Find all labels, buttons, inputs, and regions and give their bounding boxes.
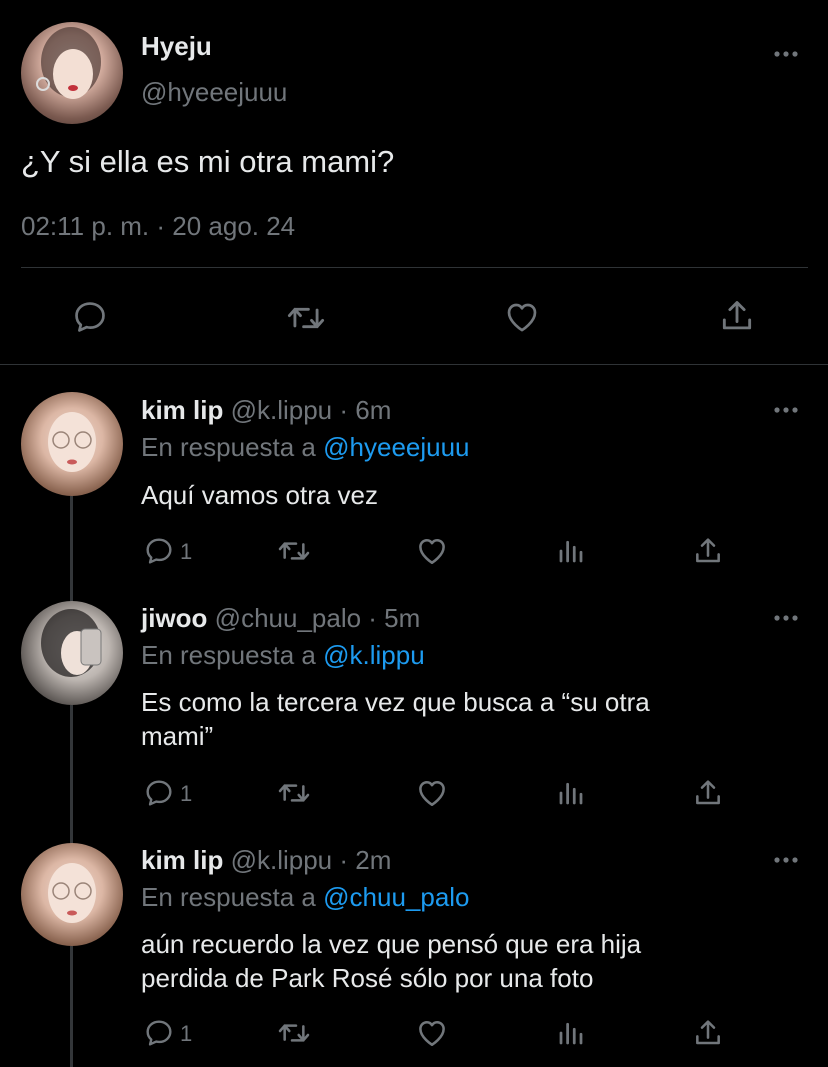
reply-prefix: En respuesta a	[141, 640, 316, 670]
reply-text-line: aún recuerdo la vez que pensó que era hi…	[141, 929, 642, 959]
views-icon[interactable]	[556, 536, 586, 566]
like-icon[interactable]	[415, 776, 449, 810]
handle-time[interactable]: @chuu_palo · 5m	[215, 603, 421, 633]
handle-time[interactable]: @k.lippu · 6m	[231, 395, 392, 425]
reply-icon[interactable]	[143, 535, 175, 567]
share-icon[interactable]	[692, 534, 724, 568]
thread-line	[70, 946, 73, 1067]
reply-text: Aquí vamos otra vez	[141, 478, 378, 512]
reply-icon[interactable]	[143, 1017, 175, 1049]
display-name[interactable]: Hyeju	[141, 31, 212, 62]
reply-count: 1	[180, 1021, 193, 1046]
reply-icon[interactable]	[143, 777, 175, 809]
more-icon[interactable]	[773, 611, 799, 625]
reply-context: En respuesta a @hyeeejuuu	[141, 432, 470, 463]
like-icon[interactable]	[415, 534, 449, 568]
share-icon[interactable]	[718, 296, 756, 336]
handle-time[interactable]: @k.lippu · 2m	[231, 845, 392, 875]
reply-text-line: mami”	[141, 721, 214, 751]
avatar-jiwoo[interactable]	[21, 601, 123, 705]
views-icon[interactable]	[556, 778, 586, 808]
reply-count: 1	[180, 539, 193, 564]
retweet-icon[interactable]	[276, 777, 312, 809]
display-name[interactable]: jiwoo	[141, 603, 207, 633]
reply-prefix: En respuesta a	[141, 882, 316, 912]
avatar-hyeju[interactable]	[21, 22, 123, 124]
reply-to-link[interactable]: @chuu_palo	[323, 882, 469, 912]
thread-line	[70, 496, 73, 602]
handle[interactable]: @hyeeejuuu	[141, 77, 287, 108]
reply-text-line: Aquí vamos otra vez	[141, 480, 378, 510]
divider	[21, 267, 808, 268]
retweet-icon[interactable]	[276, 535, 312, 567]
more-icon[interactable]	[773, 47, 799, 61]
reply-icon[interactable]	[71, 298, 109, 336]
avatar-kim-lip[interactable]	[21, 392, 123, 496]
reply-count: 1	[180, 781, 193, 806]
share-icon[interactable]	[692, 1016, 724, 1050]
like-icon[interactable]	[415, 1016, 449, 1050]
reply-header: jiwoo @chuu_palo · 5m	[141, 603, 420, 634]
share-icon[interactable]	[692, 776, 724, 810]
tweet-text: ¿Y si ella es mi otra mami?	[21, 144, 395, 179]
display-name[interactable]: kim lip	[141, 395, 223, 425]
more-icon[interactable]	[773, 853, 799, 867]
reply-text-line: perdida de Park Rosé sólo por una foto	[141, 963, 594, 993]
reply-header: kim lip @k.lippu · 6m	[141, 395, 391, 426]
display-name[interactable]: kim lip	[141, 845, 223, 875]
avatar-kim-lip[interactable]	[21, 843, 123, 946]
reply-context: En respuesta a @k.lippu	[141, 640, 425, 671]
tweet-timestamp: 02:11 p. m. · 20 ago. 24	[21, 211, 296, 241]
retweet-icon[interactable]	[276, 1017, 312, 1049]
more-icon[interactable]	[773, 403, 799, 417]
reply-to-link[interactable]: @hyeeejuuu	[323, 432, 469, 462]
retweet-icon[interactable]	[285, 299, 327, 337]
reply-context: En respuesta a @chuu_palo	[141, 882, 470, 913]
thread-line	[70, 705, 73, 845]
reply-prefix: En respuesta a	[141, 432, 316, 462]
reply-text: Es como la tercera vez que busca a “su o…	[141, 685, 650, 753]
reply-text-line: Es como la tercera vez que busca a “su o…	[141, 687, 650, 717]
views-icon[interactable]	[556, 1018, 586, 1048]
section-divider	[0, 364, 828, 365]
reply-text: aún recuerdo la vez que pensó que era hi…	[141, 927, 641, 995]
like-icon[interactable]	[502, 298, 542, 336]
reply-to-link[interactable]: @k.lippu	[323, 640, 425, 670]
reply-header: kim lip @k.lippu · 2m	[141, 845, 391, 876]
